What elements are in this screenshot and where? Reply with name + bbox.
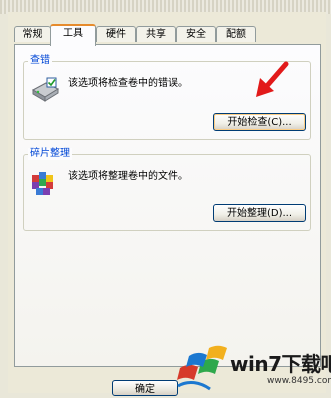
error-check-description: 该选项将检查卷中的错误。 <box>68 78 188 89</box>
start-check-button[interactable]: 开始检查(C)... <box>213 113 306 131</box>
tab-tools[interactable]: 工具 <box>50 24 96 46</box>
start-defrag-button[interactable]: 开始整理(D)... <box>213 204 306 222</box>
tab-label: 共享 <box>146 29 166 40</box>
tab-label: 安全 <box>186 29 206 40</box>
group-title: 碎片整理 <box>28 148 72 160</box>
tab-sharing[interactable]: 共享 <box>136 26 176 42</box>
defrag-icon <box>32 172 53 195</box>
ok-button[interactable]: 确定 <box>112 380 178 396</box>
group-title: 查错 <box>28 55 52 67</box>
defrag-description: 该选项将整理卷中的文件。 <box>68 171 188 182</box>
tab-hardware[interactable]: 硬件 <box>96 26 136 42</box>
tab-label: 配额 <box>226 29 246 40</box>
tab-label: 常规 <box>22 29 43 40</box>
tab-security[interactable]: 安全 <box>176 26 216 42</box>
watermark-brand: win7下载吧 <box>230 352 331 376</box>
watermark-logo: win7下载吧 www.8495.com <box>172 340 331 393</box>
disk-check-icon <box>31 77 60 102</box>
tab-label: 工具 <box>63 28 83 39</box>
tab-label: 硬件 <box>106 29 126 40</box>
tab-general[interactable]: 常规 <box>14 26 51 42</box>
watermark-url: www.8495.com <box>267 376 331 386</box>
tab-quota[interactable]: 配额 <box>216 26 256 42</box>
red-arrow-icon <box>256 61 289 97</box>
defrag-group: 碎片整理 该选项将整理卷中的文件。 开始整理(D)... <box>23 148 311 231</box>
windows-logo-icon <box>177 345 227 391</box>
